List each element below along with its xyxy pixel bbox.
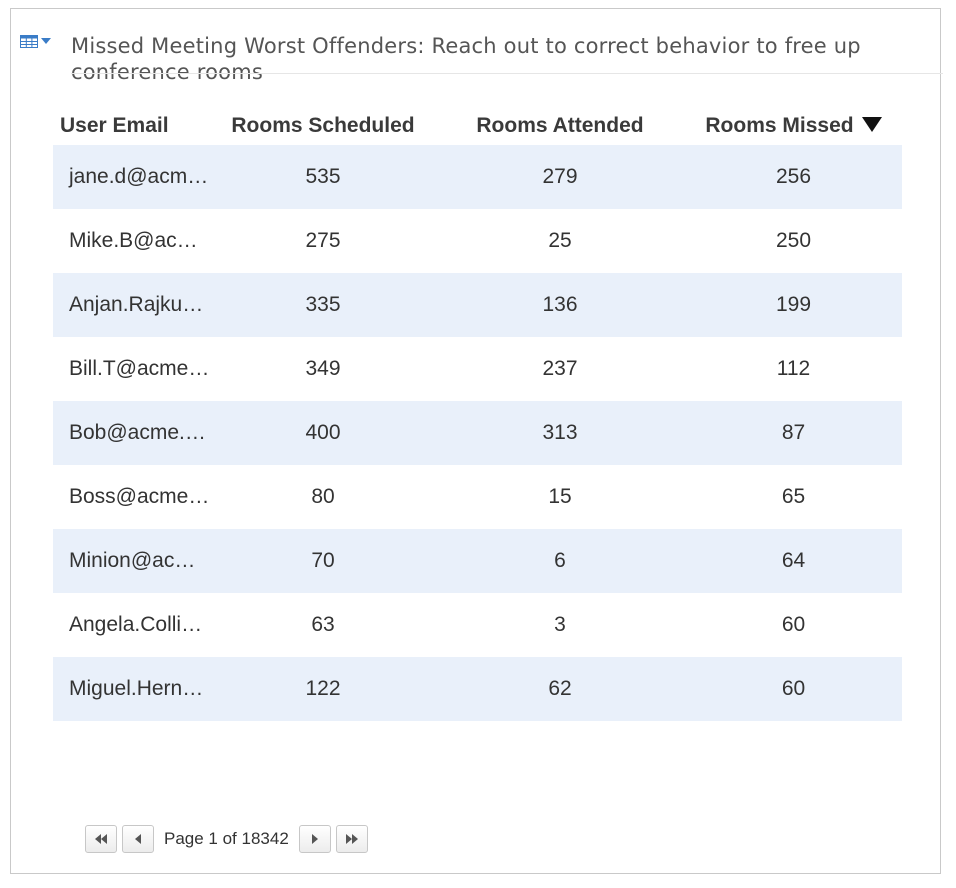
- cell-user-email: Miguel.Hern…: [53, 657, 211, 721]
- table-row[interactable]: Angela.Colli… 63 3 60: [53, 593, 902, 657]
- cell-rooms-scheduled: 70: [211, 529, 435, 593]
- cell-rooms-scheduled: 535: [211, 145, 435, 209]
- column-header-rooms-scheduled[interactable]: Rooms Scheduled: [211, 107, 435, 145]
- chevron-down-icon: [41, 38, 51, 44]
- table-row[interactable]: Mike.B@ac… 275 25 250: [53, 209, 902, 273]
- cell-rooms-scheduled: 80: [311, 485, 335, 508]
- cell-rooms-scheduled: 275: [305, 229, 341, 252]
- column-header-user-email[interactable]: User Email: [53, 107, 211, 145]
- column-header-rooms-attended[interactable]: Rooms Attended: [435, 107, 685, 145]
- cell-user-email: jane.d@acm…: [53, 145, 211, 209]
- table-row[interactable]: jane.d@acm… 535 279 256: [53, 145, 902, 209]
- cell-user-email: Anjan.Rajku…: [53, 273, 211, 337]
- cell-rooms-attended: 136: [435, 273, 685, 337]
- cell-rooms-attended: 237: [542, 357, 578, 380]
- last-page-icon: [345, 834, 358, 844]
- cell-user-email: Boss@acme…: [69, 485, 210, 508]
- cell-rooms-scheduled: 349: [305, 357, 341, 380]
- page-indicator: Page 1 of 18342: [164, 829, 289, 848]
- table-view-menu-button[interactable]: [20, 32, 60, 50]
- title-divider: [71, 73, 943, 74]
- widget-panel: Missed Meeting Worst Offenders: Reach ou…: [10, 8, 943, 874]
- cell-user-email: Minion@ac…: [53, 529, 211, 593]
- pagination: Page 1 of 18342: [85, 824, 373, 854]
- cell-rooms-scheduled: 400: [211, 401, 435, 465]
- table-row[interactable]: Bill.T@acme… 349 237 112: [53, 337, 902, 401]
- cell-rooms-attended: 279: [435, 145, 685, 209]
- widget-title: Missed Meeting Worst Offenders: Reach ou…: [71, 34, 861, 84]
- last-page-button[interactable]: [335, 825, 368, 853]
- cell-user-email: Angela.Colli…: [69, 613, 203, 636]
- cell-rooms-scheduled: 122: [211, 657, 435, 721]
- previous-page-icon: [135, 834, 141, 844]
- sort-descending-icon: [861, 116, 882, 132]
- offenders-table: User Email Rooms Scheduled Rooms Attende…: [53, 107, 902, 721]
- cell-user-email: Bob@acme.…: [53, 401, 211, 465]
- table-row[interactable]: Boss@acme… 80 15 65: [53, 465, 902, 529]
- table-icon: [20, 34, 38, 48]
- cell-rooms-attended: 62: [435, 657, 685, 721]
- cell-rooms-scheduled: 63: [311, 613, 335, 636]
- cell-rooms-missed: 60: [685, 657, 902, 721]
- cell-rooms-attended: 313: [435, 401, 685, 465]
- cell-rooms-missed: 64: [685, 529, 902, 593]
- cell-rooms-missed: 250: [775, 229, 812, 252]
- first-page-icon: [95, 834, 107, 844]
- previous-page-button[interactable]: [122, 825, 154, 853]
- cell-rooms-attended: 3: [554, 613, 566, 636]
- cell-rooms-missed: 65: [781, 485, 806, 508]
- cell-rooms-missed: 60: [781, 613, 806, 636]
- cell-rooms-attended: 25: [548, 229, 572, 252]
- cell-rooms-missed: 199: [685, 273, 902, 337]
- next-page-button[interactable]: [298, 825, 331, 853]
- table-row[interactable]: Anjan.Rajku… 335 136 199: [53, 273, 902, 337]
- table-header-row: User Email Rooms Scheduled Rooms Attende…: [53, 107, 902, 145]
- next-page-icon: [311, 834, 318, 844]
- cell-rooms-missed: 112: [776, 357, 811, 380]
- table-row[interactable]: Minion@ac… 70 6 64: [53, 529, 902, 593]
- cell-rooms-scheduled: 335: [211, 273, 435, 337]
- cell-user-email: Bill.T@acme…: [69, 357, 210, 380]
- cell-rooms-attended: 6: [435, 529, 685, 593]
- table-row[interactable]: Bob@acme.… 400 313 87: [53, 401, 902, 465]
- first-page-button[interactable]: [85, 825, 117, 853]
- cell-rooms-missed: 87: [685, 401, 902, 465]
- table-row[interactable]: Miguel.Hern… 122 62 60: [53, 657, 902, 721]
- cell-rooms-attended: 15: [548, 485, 572, 508]
- cell-rooms-missed: 256: [685, 145, 902, 209]
- cell-user-email: Mike.B@ac…: [69, 229, 198, 252]
- column-header-rooms-missed[interactable]: Rooms Missed: [685, 107, 902, 145]
